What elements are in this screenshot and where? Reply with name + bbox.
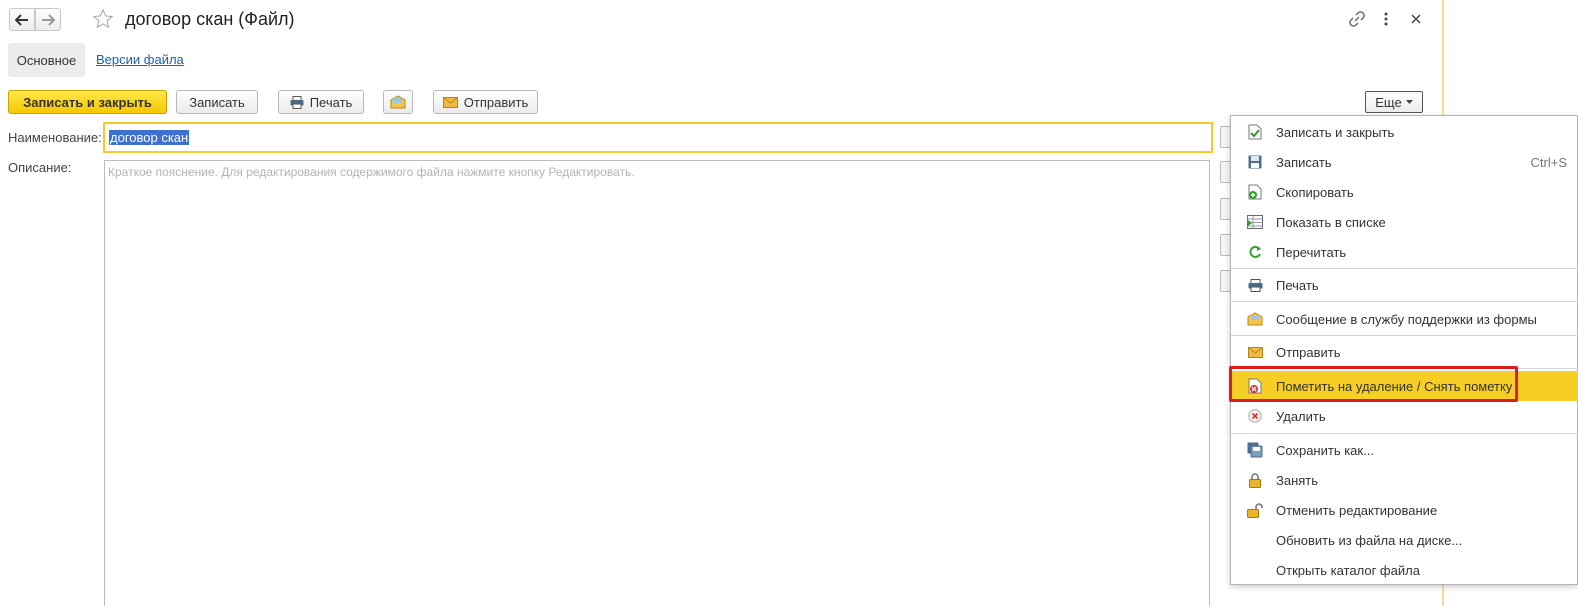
menu-item-copy[interactable]: Скопировать: [1231, 178, 1578, 206]
annotation-highlight-box: [1229, 366, 1518, 402]
menu-item-label: Открыть каталог файла: [1276, 562, 1420, 578]
tab-file-versions[interactable]: Версии файла: [96, 52, 184, 67]
menu-item-save[interactable]: Записать Ctrl+S: [1231, 148, 1578, 176]
menu-item-label: Отправить: [1276, 344, 1341, 360]
menu-item-open-file-folder[interactable]: Открыть каталог файла: [1231, 556, 1578, 584]
menu-item-label: Записать: [1276, 154, 1332, 170]
copy-icon: [1247, 184, 1263, 200]
send-button[interactable]: Отправить: [433, 90, 538, 114]
support-message-icon: [1247, 311, 1263, 327]
support-message-button[interactable]: [383, 90, 413, 114]
menu-item-update-from-disk[interactable]: Обновить из файла на диске...: [1231, 526, 1578, 554]
description-label: Описание:: [8, 160, 72, 175]
favorite-star-icon[interactable]: [92, 8, 114, 30]
floppy-icon: [1247, 154, 1263, 170]
save-as-icon: [1247, 442, 1263, 458]
arrow-right-icon: [42, 13, 55, 26]
arrow-left-icon: [15, 13, 28, 26]
name-label: Наименование:: [8, 130, 102, 145]
print-button[interactable]: Печать: [278, 90, 364, 114]
page-title: договор скан (Файл): [125, 9, 295, 29]
menu-item-label: Сообщение в службу поддержки из формы: [1276, 311, 1537, 327]
chevron-down-icon: [1405, 99, 1413, 104]
refresh-icon: [1247, 244, 1263, 260]
tab-main[interactable]: Основное: [8, 43, 85, 77]
menu-item-print[interactable]: Печать: [1231, 271, 1578, 299]
menu-separator: [1231, 433, 1578, 434]
menu-item-show-in-list[interactable]: Показать в списке: [1231, 208, 1578, 236]
menu-separator: [1231, 268, 1578, 269]
printer-icon: [290, 95, 304, 109]
save-and-close-button[interactable]: Записать и закрыть: [8, 90, 167, 114]
print-label: Печать: [309, 94, 353, 110]
menu-item-shortcut: Ctrl+S: [1530, 154, 1567, 170]
unlock-icon: [1247, 502, 1263, 518]
close-icon[interactable]: [1407, 10, 1425, 28]
menu-item-save-as[interactable]: Сохранить как...: [1231, 436, 1578, 464]
menu-item-delete[interactable]: Удалить: [1231, 402, 1578, 430]
description-placeholder: Краткое пояснение. Для редактирования со…: [108, 165, 635, 179]
menu-separator: [1231, 335, 1578, 336]
menu-item-label: Отменить редактирование: [1276, 502, 1438, 518]
save-and-close-label: Записать и закрыть: [23, 94, 152, 110]
menu-item-label: Обновить из файла на диске...: [1276, 532, 1463, 548]
menu-item-save-and-close[interactable]: Записать и закрыть: [1231, 118, 1578, 146]
menu-item-send[interactable]: Отправить: [1231, 338, 1578, 366]
name-input[interactable]: договор скан: [103, 122, 1213, 153]
menu-item-label: Показать в списке: [1276, 214, 1386, 230]
link-icon[interactable]: [1348, 10, 1366, 28]
more-button[interactable]: Еще: [1365, 91, 1423, 113]
name-value: договор скан: [109, 130, 190, 145]
lock-icon: [1247, 472, 1263, 488]
menu-item-label: Перечитать: [1276, 244, 1347, 260]
menu-item-support-message[interactable]: Сообщение в службу поддержки из формы: [1231, 305, 1578, 333]
send-label: Отправить: [463, 94, 529, 110]
back-button[interactable]: [9, 8, 35, 31]
printer-icon: [1247, 277, 1263, 293]
description-textarea[interactable]: Краткое пояснение. Для редактирования со…: [104, 160, 1210, 606]
save-close-icon: [1247, 124, 1263, 140]
menu-item-label: Занять: [1276, 472, 1319, 488]
delete-icon: [1247, 408, 1263, 424]
forward-button[interactable]: [35, 8, 61, 31]
menu-separator: [1231, 301, 1578, 302]
menu-item-label: Удалить: [1276, 408, 1326, 424]
save-label: Записать: [189, 94, 245, 110]
menu-item-label: Скопировать: [1276, 184, 1354, 200]
more-actions-menu: Записать и закрыть Записать Ctrl+S Скопи…: [1230, 115, 1578, 585]
envelope-icon: [1247, 344, 1263, 360]
show-in-list-icon: [1247, 214, 1263, 230]
menu-item-label: Печать: [1276, 277, 1319, 293]
support-message-icon: [390, 95, 406, 109]
menu-item-label: Сохранить как...: [1276, 442, 1374, 458]
menu-item-label: Записать и закрыть: [1276, 124, 1395, 140]
envelope-icon: [442, 96, 458, 108]
menu-item-reread[interactable]: Перечитать: [1231, 238, 1578, 266]
file-form-window: договор скан (Файл) Основное Версии файл…: [0, 0, 1444, 606]
menu-item-lock[interactable]: Занять: [1231, 466, 1578, 494]
menu-item-cancel-editing[interactable]: Отменить редактирование: [1231, 496, 1578, 524]
more-vertical-icon[interactable]: [1377, 10, 1395, 28]
save-button[interactable]: Записать: [176, 90, 258, 114]
more-label: Еще: [1375, 94, 1402, 110]
